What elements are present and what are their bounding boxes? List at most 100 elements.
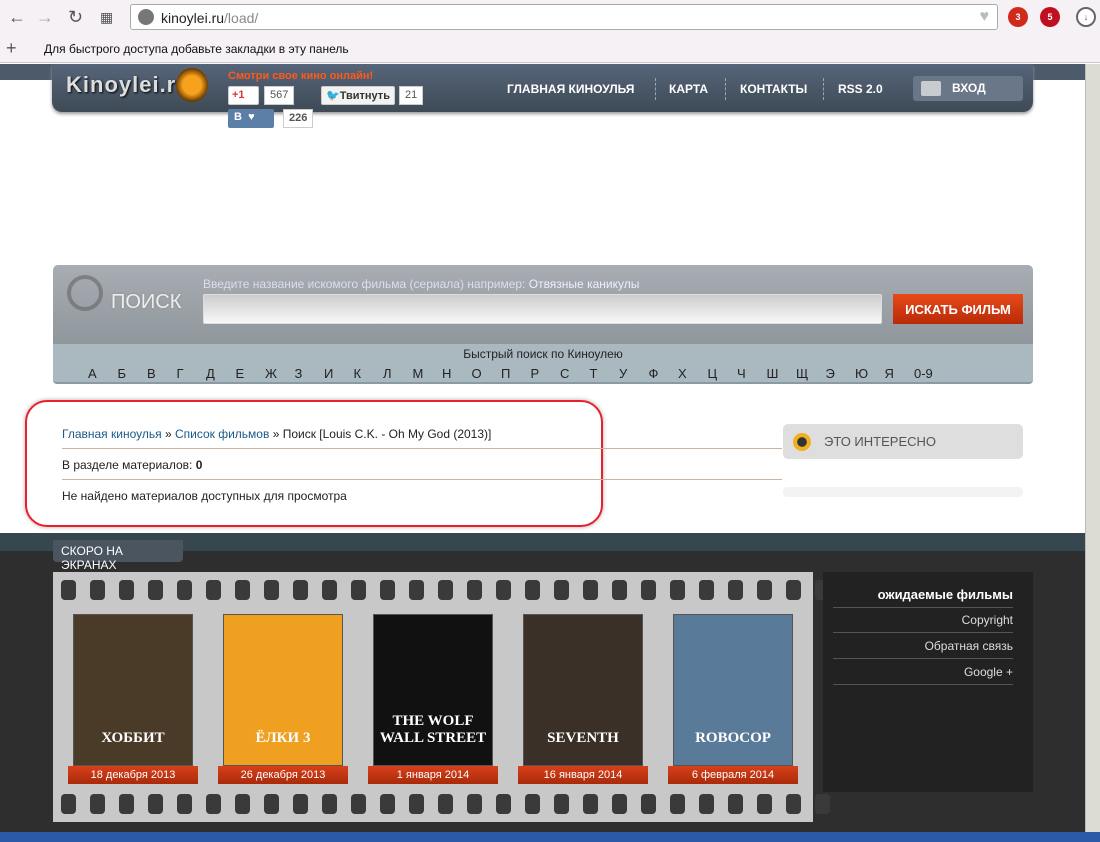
- nav-home[interactable]: ГЛАВНАЯ КИНОУЛЬЯ: [507, 82, 634, 96]
- vk-count: 226: [283, 109, 314, 128]
- film-hole: [496, 580, 511, 600]
- film-hole: [554, 794, 569, 814]
- breadcrumb-list[interactable]: Список фильмов: [175, 427, 269, 441]
- film-hole: [757, 794, 772, 814]
- letter-link[interactable]: С: [560, 366, 569, 381]
- nav-contacts[interactable]: КОНТАКТЫ: [740, 82, 807, 96]
- site-logo[interactable]: Kinoylei.ru: [66, 72, 191, 98]
- letter-link[interactable]: Е: [236, 366, 245, 381]
- film-hole: [728, 580, 743, 600]
- letter-link[interactable]: Д: [206, 366, 215, 381]
- search-example[interactable]: Отвязные каникулы: [529, 277, 640, 291]
- letter-link[interactable]: Х: [678, 366, 687, 381]
- adblock-icon[interactable]: 3: [1008, 7, 1028, 27]
- login-button[interactable]: ВХОД: [913, 76, 1023, 101]
- reload-icon[interactable]: ↻: [68, 7, 83, 28]
- film-hole: [235, 794, 250, 814]
- quick-search-title: Быстрый поиск по Киноулею: [463, 347, 623, 361]
- back-icon[interactable]: ←: [8, 7, 26, 28]
- link-copyright[interactable]: Copyright: [833, 608, 1013, 633]
- letter-link[interactable]: Ю: [855, 366, 868, 381]
- letter-link[interactable]: Г: [177, 366, 184, 381]
- speed-dial-icon[interactable]: ▦: [100, 9, 113, 26]
- letter-link[interactable]: 0-9: [914, 366, 933, 381]
- gplus-button[interactable]: +1: [228, 86, 259, 105]
- letter-link[interactable]: З: [295, 366, 303, 381]
- vk-like-button[interactable]: B ♥: [228, 109, 274, 128]
- magnifier-icon: [67, 275, 103, 311]
- film-hole: [264, 580, 279, 600]
- film-hole: [322, 580, 337, 600]
- breadcrumb-home[interactable]: Главная киноулья: [62, 427, 162, 441]
- letter-link[interactable]: А: [88, 366, 97, 381]
- film-hole: [380, 794, 395, 814]
- film-hole: [177, 580, 192, 600]
- letter-link[interactable]: Р: [531, 366, 540, 381]
- bookmarks-hint: Для быстрого доступа добавьте закладки в…: [44, 42, 349, 56]
- letter-link[interactable]: Ц: [708, 366, 718, 381]
- release-date: 18 декабря 2013: [68, 766, 198, 784]
- footer-links-title: ожидаемые фильмы: [833, 582, 1013, 608]
- letter-link[interactable]: К: [354, 366, 362, 381]
- film-hole: [525, 794, 540, 814]
- letter-link[interactable]: И: [324, 366, 333, 381]
- film-hole: [90, 580, 105, 600]
- search-hint: Введите название искомого фильма (сериал…: [203, 277, 526, 291]
- download-icon[interactable]: ↓: [1076, 7, 1096, 27]
- search-button[interactable]: ИСКАТЬ ФИЛЬМ: [893, 294, 1023, 324]
- address-bar[interactable]: kinoylei.ru/load/ ♥: [130, 4, 998, 30]
- film-hole: [757, 580, 772, 600]
- tweet-button[interactable]: 🐦Твитнуть: [321, 86, 395, 105]
- movie-poster[interactable]: ROBOCOP: [673, 614, 793, 766]
- link-feedback[interactable]: Обратная связь: [833, 634, 1013, 659]
- empty-message: Не найдено материалов доступных для прос…: [62, 489, 347, 503]
- letter-link[interactable]: В: [147, 366, 156, 381]
- id-card-icon: [921, 81, 941, 96]
- release-date: 6 февраля 2014: [668, 766, 798, 784]
- poster-title: ЁЛКИ 3: [255, 730, 311, 746]
- letter-link[interactable]: Ч: [737, 366, 746, 381]
- heart-icon[interactable]: ♥: [980, 8, 990, 26]
- movie-poster[interactable]: THE WOLF WALL STREET: [373, 614, 493, 766]
- film-hole: [641, 580, 656, 600]
- camera-icon: [793, 433, 811, 451]
- letter-link[interactable]: Ж: [265, 366, 277, 381]
- letter-link[interactable]: П: [501, 366, 510, 381]
- letter-link[interactable]: Я: [885, 366, 894, 381]
- search-input[interactable]: [203, 294, 882, 324]
- add-bookmark-icon[interactable]: +: [6, 38, 17, 59]
- scrollbar[interactable]: [1085, 64, 1100, 834]
- nav-rss[interactable]: RSS 2.0: [838, 82, 883, 96]
- film-hole: [293, 580, 308, 600]
- film-hole: [699, 580, 714, 600]
- movie-poster[interactable]: ЁЛКИ 3: [223, 614, 343, 766]
- letter-link[interactable]: М: [413, 366, 424, 381]
- movie-poster[interactable]: SEVENTH: [523, 614, 643, 766]
- film-hole: [61, 580, 76, 600]
- movie-poster[interactable]: ХОББИТ: [73, 614, 193, 766]
- letter-link[interactable]: Ш: [767, 366, 779, 381]
- forward-icon[interactable]: →: [36, 7, 54, 28]
- letter-link[interactable]: О: [472, 366, 482, 381]
- nav-map[interactable]: КАРТА: [669, 82, 708, 96]
- letter-link[interactable]: Ф: [649, 366, 659, 381]
- film-hole: [148, 794, 163, 814]
- breadcrumb-current: » Поиск [Louis C.K. - Oh My God (2013)]: [269, 427, 492, 441]
- film-hole: [351, 794, 366, 814]
- letter-link[interactable]: Б: [118, 366, 127, 381]
- letter-link[interactable]: Э: [826, 366, 835, 381]
- letter-link[interactable]: Н: [442, 366, 451, 381]
- film-hole: [438, 794, 453, 814]
- letter-link[interactable]: У: [619, 366, 627, 381]
- film-hole: [467, 794, 482, 814]
- blocker-icon[interactable]: 5: [1040, 7, 1060, 27]
- letter-link[interactable]: Л: [383, 366, 392, 381]
- letter-link[interactable]: Т: [590, 366, 598, 381]
- link-google-plus[interactable]: Google +: [833, 660, 1013, 685]
- film-hole: [786, 580, 801, 600]
- letter-link[interactable]: Щ: [796, 366, 808, 381]
- bookmarks-bar: + Для быстрого доступа добавьте закладки…: [0, 35, 1100, 63]
- film-hole: [583, 580, 598, 600]
- film-hole: [206, 580, 221, 600]
- footer-links-panel: ожидаемые фильмы Copyright Обратная связ…: [823, 572, 1033, 792]
